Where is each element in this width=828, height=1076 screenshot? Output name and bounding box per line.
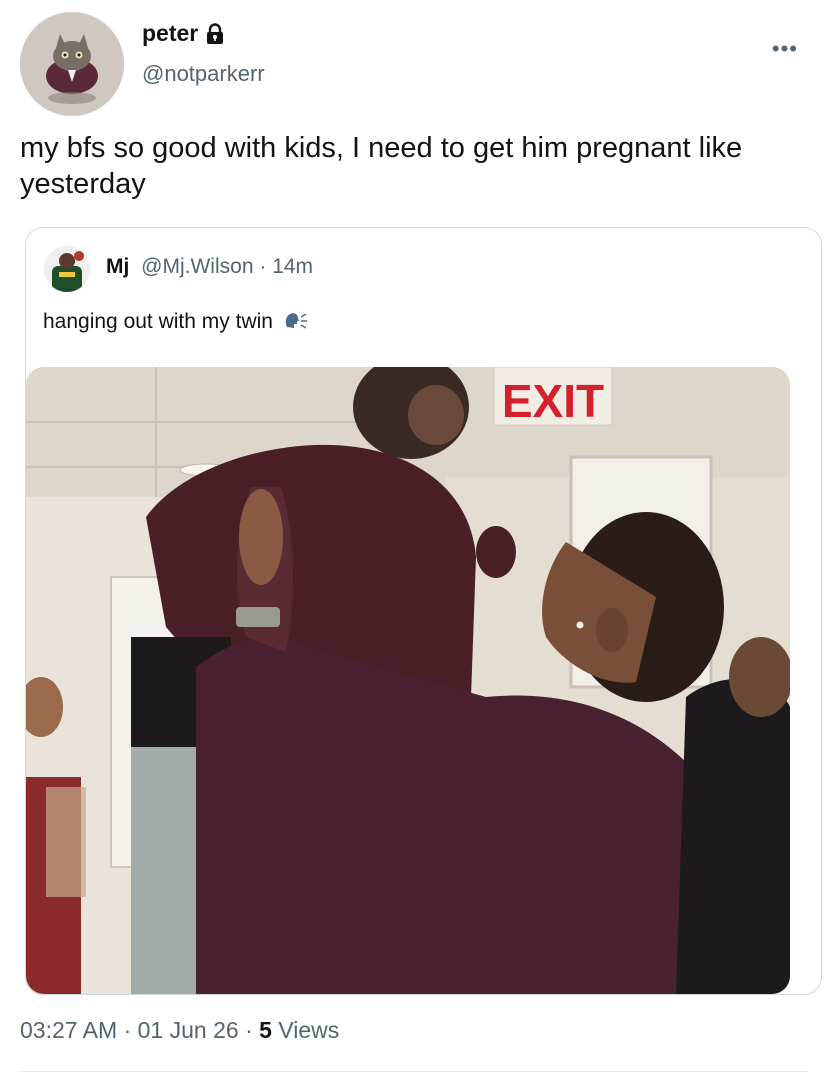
author-avatar[interactable] (20, 12, 124, 116)
author-name-row[interactable]: peter (142, 20, 226, 47)
quoted-handle[interactable]: @Mj.Wilson (141, 255, 253, 278)
lock-icon (207, 22, 224, 44)
basketball-player-avatar-icon (44, 246, 90, 292)
views-label[interactable]: Views (278, 1017, 339, 1043)
tweet-date[interactable]: 01 Jun 26 (138, 1017, 239, 1043)
quoted-display-name[interactable]: Mj (106, 255, 129, 278)
exit-sign-text: EXIT (502, 375, 604, 427)
quoted-header: Mj @Mj.Wilson · 14m (106, 255, 313, 279)
speaking-head-icon (285, 313, 307, 329)
quoted-text: hanging out with my twin (43, 310, 273, 333)
more-icon[interactable]: ••• (772, 38, 798, 60)
cat-avatar-icon (20, 12, 124, 116)
quoted-photo[interactable]: EXIT (26, 367, 790, 994)
quoted-text-row: hanging out with my twin (43, 310, 309, 334)
quoted-time[interactable]: 14m (272, 255, 313, 278)
photo-illustration: EXIT (26, 367, 790, 994)
display-name[interactable]: peter (142, 20, 198, 47)
meta-separator: · (245, 1017, 253, 1043)
tweet: peter @notparkerr ••• my bfs so good wit… (0, 0, 828, 1076)
divider (20, 1071, 808, 1072)
tweet-meta: 03:27 AM · 01 Jun 26 · 5 Views (20, 1017, 339, 1044)
quoted-separator: · (259, 255, 267, 278)
tweet-text: my bfs so good with kids, I need to get … (20, 132, 743, 200)
quoted-tweet[interactable]: Mj @Mj.Wilson · 14m hanging out with my … (25, 227, 822, 995)
author-handle[interactable]: @notparkerr (142, 61, 265, 87)
views-count[interactable]: 5 (259, 1017, 272, 1043)
quoted-avatar[interactable] (44, 246, 90, 292)
meta-separator: · (123, 1017, 132, 1043)
tweet-time[interactable]: 03:27 AM (20, 1017, 117, 1043)
